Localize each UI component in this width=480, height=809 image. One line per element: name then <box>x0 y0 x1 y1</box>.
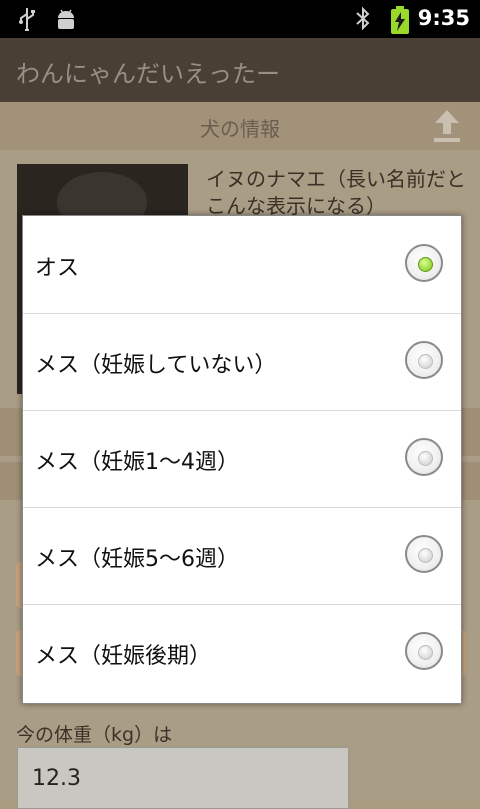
radio-button[interactable] <box>405 341 443 379</box>
radio-button[interactable] <box>405 438 443 476</box>
section-title: 犬の情報 <box>200 117 280 141</box>
option-label: メス（妊娠5〜6週） <box>35 547 239 572</box>
weight-label: 今の体重（kg）は <box>16 724 173 746</box>
option-female-pregnant-1-4[interactable]: メス（妊娠1〜4週） <box>23 410 461 508</box>
radio-button[interactable] <box>405 535 443 573</box>
app-title: わんにゃんだいえったー <box>16 60 280 88</box>
gender-select-dialog: オス メス（妊娠していない） メス（妊娠1〜4週） メス（妊娠5〜6週） メス（… <box>22 215 462 704</box>
section-header: 犬の情報 <box>0 102 480 150</box>
app-title-bar: わんにゃんだいえったー <box>0 38 480 102</box>
status-bar: 9:35 <box>0 0 480 38</box>
option-label: メス（妊娠後期） <box>35 644 212 669</box>
bluetooth-icon <box>356 6 370 31</box>
android-debug-icon <box>58 9 74 29</box>
option-label: オス <box>35 256 80 281</box>
battery-charging-icon <box>391 6 409 34</box>
option-label: メス（妊娠していない） <box>35 353 277 378</box>
weight-value: 12.3 <box>32 766 81 791</box>
upload-icon[interactable] <box>432 108 462 144</box>
radio-button[interactable] <box>405 632 443 670</box>
option-label: メス（妊娠1〜4週） <box>35 450 239 475</box>
option-male[interactable]: オス <box>23 216 461 314</box>
radio-button-checked[interactable] <box>405 244 443 282</box>
option-female-not-pregnant[interactable]: メス（妊娠していない） <box>23 313 461 411</box>
option-female-late-pregnancy[interactable]: メス（妊娠後期） <box>23 604 461 701</box>
usb-icon <box>19 8 35 31</box>
option-female-pregnant-5-6[interactable]: メス（妊娠5〜6週） <box>23 507 461 605</box>
clock: 9:35 <box>417 6 470 30</box>
dog-name: イヌのナマエ（長い名前だとこんな表示になる） <box>206 167 466 218</box>
